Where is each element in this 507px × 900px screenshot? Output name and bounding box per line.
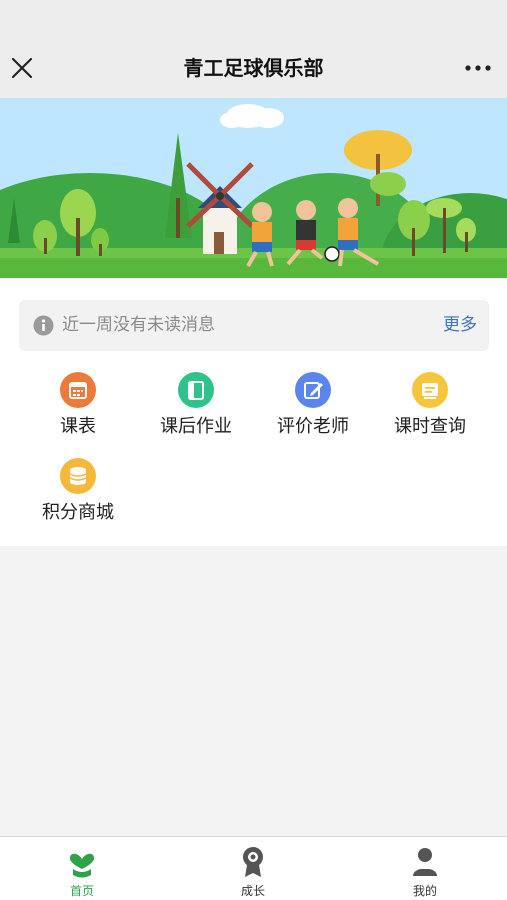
tab-mine[interactable]: 我的 <box>365 837 485 900</box>
tab-label: 首页 <box>69 884 94 898</box>
more-dots-icon[interactable] <box>463 56 493 80</box>
edit-icon <box>295 372 331 408</box>
status-bar <box>0 0 507 38</box>
tab-home[interactable]: 首页 <box>22 837 142 900</box>
main-content: 近一周没有未读消息 更多 课表 课后作业 评价老师 课时查询 积分商城 <box>0 278 507 546</box>
menu-label: 课时查询 <box>394 416 466 437</box>
menu-label: 课后作业 <box>160 416 232 437</box>
coins-icon <box>60 458 96 494</box>
receipt-icon <box>412 372 448 408</box>
tab-label: 成长 <box>240 884 265 898</box>
book-icon <box>178 372 214 408</box>
menu-item-homework[interactable]: 课后作业 <box>137 372 255 452</box>
notice-more-link[interactable]: 更多 <box>443 300 477 351</box>
user-icon <box>410 845 440 879</box>
menu-item-lesson-query[interactable]: 课时查询 <box>371 372 489 452</box>
menu-label: 积分商城 <box>42 502 114 523</box>
menu-item-points-mall[interactable]: 积分商城 <box>19 458 137 538</box>
menu-label: 评价老师 <box>277 416 349 437</box>
menu-label: 课表 <box>60 416 96 437</box>
menu-item-schedule[interactable]: 课表 <box>19 372 137 452</box>
tab-growth[interactable]: 成长 <box>193 837 313 900</box>
tab-label: 我的 <box>412 884 437 898</box>
tab-bar: 首页 成长 我的 <box>0 836 507 900</box>
close-icon[interactable] <box>8 54 36 82</box>
medal-icon <box>238 845 268 879</box>
notice-text: 近一周没有未读消息 <box>62 315 215 335</box>
notice-bar[interactable]: 近一周没有未读消息 更多 <box>19 300 489 351</box>
home-heart-icon <box>67 845 97 879</box>
banner-illustration <box>0 98 507 278</box>
info-icon <box>33 315 54 336</box>
navigation-bar: 青工足球俱乐部 <box>0 38 507 98</box>
menu-item-rate-teacher[interactable]: 评价老师 <box>254 372 372 452</box>
banner-image[interactable] <box>0 98 507 278</box>
calendar-icon <box>60 372 96 408</box>
page-title: 青工足球俱乐部 <box>183 56 324 80</box>
